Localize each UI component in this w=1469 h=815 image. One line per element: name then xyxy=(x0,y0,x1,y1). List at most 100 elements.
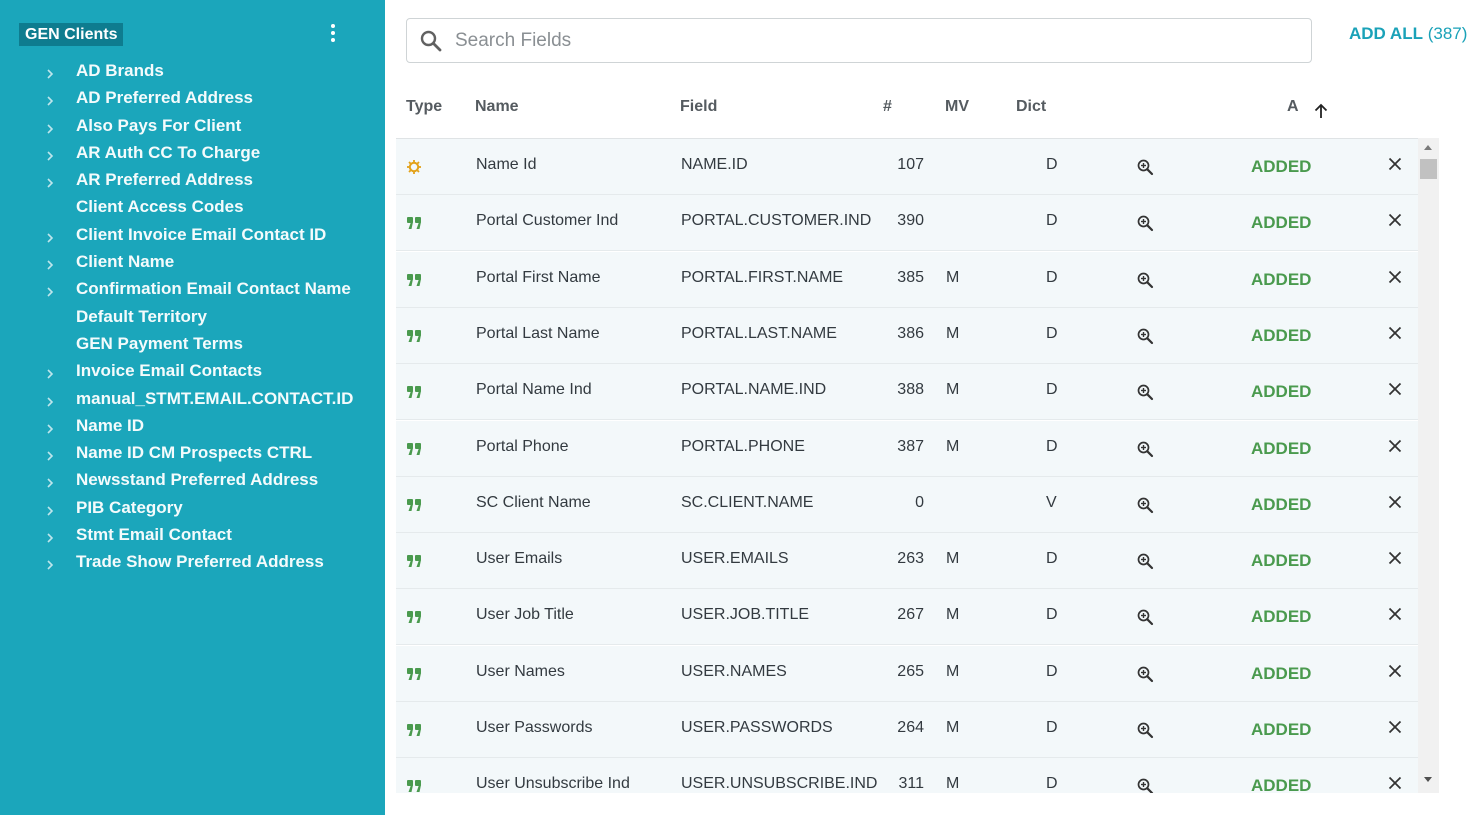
table-scrollbar[interactable] xyxy=(1418,138,1439,793)
close-icon[interactable] xyxy=(1387,719,1403,735)
close-icon[interactable] xyxy=(1387,606,1403,622)
row-status-added[interactable]: ADDED xyxy=(1251,270,1311,290)
close-icon[interactable] xyxy=(1387,663,1403,679)
sidebar-item[interactable]: AR Preferred Address xyxy=(0,167,385,194)
table-row[interactable]: Portal Customer Ind PORTAL.CUSTOMER.IND 39… xyxy=(396,195,1418,252)
zoom-icon[interactable] xyxy=(1136,158,1154,176)
row-mv: M xyxy=(946,550,960,568)
sidebar-item[interactable]: PIB Category xyxy=(0,495,385,522)
chevron-right-icon[interactable] xyxy=(43,122,57,136)
close-icon[interactable] xyxy=(1387,438,1403,454)
row-status-added[interactable]: ADDED xyxy=(1251,664,1311,684)
sidebar-item[interactable]: Stmt Email Contact xyxy=(0,522,385,549)
col-header-field[interactable]: Field xyxy=(680,98,717,116)
close-icon[interactable] xyxy=(1387,325,1403,341)
col-header-dict[interactable]: Dict xyxy=(1016,98,1046,116)
table-row[interactable]: User Unsubscribe Ind USER.UNSUBSCRIBE.IND… xyxy=(396,758,1418,793)
close-icon[interactable] xyxy=(1387,212,1403,228)
close-icon[interactable] xyxy=(1387,269,1403,285)
zoom-icon[interactable] xyxy=(1136,496,1154,514)
sidebar-item[interactable]: Newsstand Preferred Address xyxy=(0,467,385,494)
add-all-button[interactable]: ADD ALL (387) xyxy=(1349,24,1467,44)
row-status-added[interactable]: ADDED xyxy=(1251,439,1311,459)
table-row[interactable]: Name Id NAME.ID 107 D ADDED xyxy=(396,139,1418,195)
table-row[interactable]: User Passwords USER.PASSWORDS 264 M D ADDED xyxy=(396,702,1418,758)
sidebar-item[interactable]: Trade Show Preferred Address xyxy=(0,549,385,576)
chevron-right-icon[interactable] xyxy=(43,395,57,409)
chevron-right-icon[interactable] xyxy=(43,504,57,518)
sidebar-item[interactable]: Confirmation Email Contact Name xyxy=(0,276,385,303)
row-status-added[interactable]: ADDED xyxy=(1251,607,1311,627)
chevron-right-icon[interactable] xyxy=(43,422,57,436)
table-row[interactable]: User Names USER.NAMES 265 M D ADDED xyxy=(396,645,1418,702)
chevron-right-icon[interactable] xyxy=(43,476,57,490)
row-status-added[interactable]: ADDED xyxy=(1251,495,1311,515)
zoom-icon[interactable] xyxy=(1136,665,1154,683)
sidebar-item[interactable]: Client Name xyxy=(0,249,385,276)
table-row[interactable]: Portal Name Ind PORTAL.NAME.IND 388 M D ADDED xyxy=(396,364,1418,421)
arrow-up-icon[interactable] xyxy=(1312,102,1330,120)
chevron-right-icon[interactable] xyxy=(43,558,57,572)
sidebar-item[interactable]: AD Preferred Address xyxy=(0,85,385,112)
table-row[interactable]: Portal Phone PORTAL.PHONE 387 M D ADDED xyxy=(396,420,1418,477)
sidebar-item[interactable]: Default Territory xyxy=(0,304,385,331)
close-icon[interactable] xyxy=(1387,381,1403,397)
row-status-added[interactable]: ADDED xyxy=(1251,157,1311,177)
scroll-down-icon[interactable] xyxy=(1424,777,1432,782)
table-row[interactable]: User Emails USER.EMAILS 263 M D ADDED xyxy=(396,533,1418,590)
zoom-icon[interactable] xyxy=(1136,440,1154,458)
col-header-name[interactable]: Name xyxy=(475,98,519,116)
col-header-type[interactable]: Type xyxy=(406,98,442,116)
row-status-added[interactable]: ADDED xyxy=(1251,326,1311,346)
scroll-up-icon[interactable] xyxy=(1424,145,1432,150)
chevron-right-icon[interactable] xyxy=(43,149,57,163)
col-header-number[interactable]: # xyxy=(883,98,892,116)
zoom-icon[interactable] xyxy=(1136,383,1154,401)
table-row[interactable]: SC Client Name SC.CLIENT.NAME 0 V ADDED xyxy=(396,476,1418,533)
row-status-added[interactable]: ADDED xyxy=(1251,551,1311,571)
row-status-added[interactable]: ADDED xyxy=(1251,382,1311,402)
sidebar-item[interactable]: Client Invoice Email Contact ID xyxy=(0,222,385,249)
chevron-right-icon[interactable] xyxy=(43,67,57,81)
sidebar-item[interactable]: AR Auth CC To Charge xyxy=(0,140,385,167)
row-dict: D xyxy=(1046,775,1058,793)
search-input[interactable] xyxy=(455,25,1295,57)
close-icon[interactable] xyxy=(1387,156,1403,172)
chevron-right-icon[interactable] xyxy=(43,449,57,463)
scroll-thumb[interactable] xyxy=(1420,159,1437,179)
zoom-icon[interactable] xyxy=(1136,271,1154,289)
zoom-icon[interactable] xyxy=(1136,777,1154,793)
sidebar-item[interactable]: GEN Payment Terms xyxy=(0,331,385,358)
chevron-right-icon[interactable] xyxy=(43,531,57,545)
table-row[interactable]: Portal First Name PORTAL.FIRST.NAME 385 M D A… xyxy=(396,251,1418,308)
zoom-icon[interactable] xyxy=(1136,327,1154,345)
sidebar-item[interactable]: Invoice Email Contacts xyxy=(0,358,385,385)
sidebar-item[interactable]: Also Pays For Client xyxy=(0,113,385,140)
sidebar-item[interactable]: AD Brands xyxy=(0,58,385,85)
close-icon[interactable] xyxy=(1387,550,1403,566)
close-icon[interactable] xyxy=(1387,775,1403,791)
table-row[interactable]: User Job Title USER.JOB.TITLE 267 M D ADDED xyxy=(396,589,1418,646)
zoom-icon[interactable] xyxy=(1136,214,1154,232)
chevron-right-icon[interactable] xyxy=(43,94,57,108)
chevron-right-icon[interactable] xyxy=(43,176,57,190)
table-row[interactable]: Portal Last Name PORTAL.LAST.NAME 386 M D ADD… xyxy=(396,307,1418,364)
col-header-added[interactable]: A xyxy=(1287,98,1299,116)
zoom-icon[interactable] xyxy=(1136,608,1154,626)
chevron-right-icon[interactable] xyxy=(43,367,57,381)
zoom-icon[interactable] xyxy=(1136,721,1154,739)
chevron-right-icon[interactable] xyxy=(43,285,57,299)
sidebar-item[interactable]: Name ID xyxy=(0,413,385,440)
sidebar-item[interactable]: manual_STMT.EMAIL.CONTACT.ID xyxy=(0,386,385,413)
sidebar-item[interactable]: Client Access Codes xyxy=(0,194,385,221)
close-icon[interactable] xyxy=(1387,494,1403,510)
zoom-icon[interactable] xyxy=(1136,552,1154,570)
row-status-added[interactable]: ADDED xyxy=(1251,213,1311,233)
row-status-added[interactable]: ADDED xyxy=(1251,776,1311,793)
more-options-icon[interactable] xyxy=(322,22,344,46)
sidebar-item[interactable]: Name ID CM Prospects CTRL xyxy=(0,440,385,467)
col-header-mv[interactable]: MV xyxy=(945,98,969,116)
chevron-right-icon[interactable] xyxy=(43,258,57,272)
chevron-right-icon[interactable] xyxy=(43,231,57,245)
row-status-added[interactable]: ADDED xyxy=(1251,720,1311,740)
